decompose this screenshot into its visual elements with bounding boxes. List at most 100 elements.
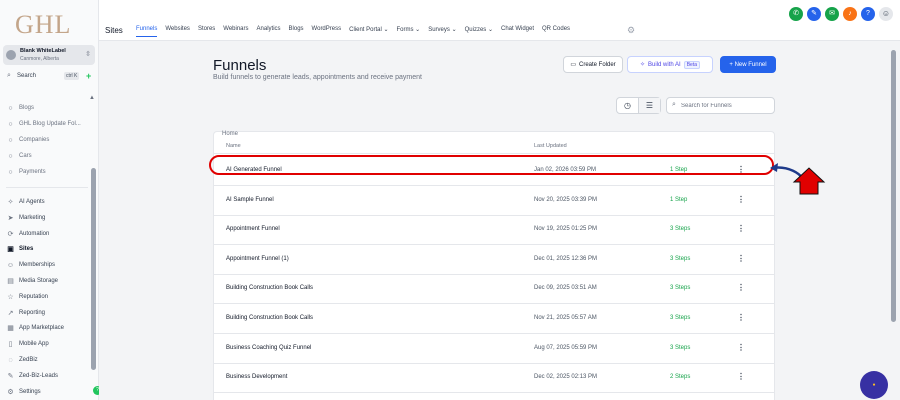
sidebar-item-reporting[interactable]: ↗ Reporting bbox=[6, 307, 88, 319]
announcement-icon[interactable]: ✉ bbox=[825, 7, 839, 21]
circle-icon: ○ bbox=[8, 168, 13, 176]
sidebar-item-reputation[interactable]: ☆ Reputation bbox=[6, 291, 88, 303]
app-logo: GHL bbox=[15, 10, 72, 39]
table-row[interactable]: Appointment Funnel (1) Dec 01, 2025 12:36… bbox=[214, 245, 774, 275]
more-vertical-icon[interactable]: ⋮ bbox=[737, 283, 745, 292]
funnel-name[interactable]: Building Construction Book Calls bbox=[226, 315, 313, 321]
sparkles-icon: ✧ bbox=[7, 199, 14, 206]
sidebar-item[interactable]: ○ Payments bbox=[6, 166, 88, 178]
phone-icon[interactable]: ✆ bbox=[789, 7, 803, 21]
scroll-up-icon[interactable]: ▲ bbox=[89, 95, 95, 101]
automation-icon: ⟳ bbox=[7, 230, 14, 238]
chevron-down-icon: ⌄ bbox=[381, 27, 389, 33]
sidebar-item-mobile-app[interactable]: ▯ Mobile App bbox=[6, 338, 88, 350]
sidebar-item[interactable]: ○ GHL Blog Update Fol... bbox=[6, 118, 88, 130]
more-vertical-icon[interactable]: ⋮ bbox=[737, 195, 745, 204]
account-switcher[interactable]: Blank WhiteLabel Canmore, Alberta ⇳ bbox=[3, 45, 95, 65]
sidebar-item-media-storage[interactable]: ▤ Media Storage bbox=[6, 275, 88, 287]
table-row[interactable]: Building Construction Book Calls Dec 09, … bbox=[214, 274, 774, 305]
sidebar-item-label: Memberships bbox=[19, 262, 56, 269]
sidebar-item-app-marketplace[interactable]: ▦ App Marketplace bbox=[6, 322, 88, 334]
more-vertical-icon[interactable]: ⋮ bbox=[737, 224, 745, 233]
sidebar-item-automation[interactable]: ⟳ Automation bbox=[6, 228, 88, 240]
sidebar-item-ai-agents[interactable]: ✧ AI Agents bbox=[6, 196, 88, 208]
tab-websites[interactable]: Websites bbox=[165, 26, 190, 37]
sidebar-item[interactable]: ○ Blogs bbox=[6, 102, 88, 114]
sidebar-item-sites[interactable]: ▣ Sites bbox=[6, 243, 88, 255]
notification-bell-icon[interactable]: ♪ bbox=[843, 7, 857, 21]
sidebar-search[interactable]: ⌕ Search ctrl K bbox=[3, 71, 81, 83]
more-vertical-icon[interactable]: ⋮ bbox=[737, 254, 745, 263]
sidebar-item-settings[interactable]: ⚙ Settings bbox=[6, 386, 88, 398]
tab-webinars[interactable]: Webinars bbox=[223, 26, 248, 37]
breadcrumb[interactable]: Home bbox=[222, 131, 238, 137]
funnel-name[interactable]: Appointment Funnel (1) bbox=[226, 256, 289, 262]
sidebar-item-label: Companies bbox=[19, 137, 50, 143]
account-avatar bbox=[6, 50, 16, 60]
tab-surveys[interactable]: Surveys ⌄ bbox=[428, 26, 456, 37]
sidebar-item-label: GHL Blog Update Fol... bbox=[19, 121, 81, 127]
recent-view-icon[interactable]: ◷ bbox=[617, 98, 638, 113]
chevron-down-icon: ⌄ bbox=[449, 27, 457, 33]
last-updated: Aug 07, 2025 05:59 PM bbox=[534, 344, 598, 351]
sidebar: GHL Blank WhiteLabel Canmore, Alberta ⇳ … bbox=[0, 0, 99, 400]
sidebar-item-zedbiz[interactable]: ◌ ZedBiz bbox=[6, 354, 88, 366]
table-row[interactable]: AI Sample Funnel Nov 20, 2025 03:39 PM 1 S… bbox=[214, 186, 774, 216]
tab-forms[interactable]: Forms ⌄ bbox=[397, 26, 421, 37]
sidebar-item-label: Automation bbox=[19, 230, 50, 237]
main-scrollbar[interactable] bbox=[891, 50, 896, 322]
sidebar-item[interactable]: ○ Companies bbox=[6, 134, 88, 146]
funnel-name[interactable]: Business Coaching Quiz Funnel bbox=[226, 345, 311, 351]
user-avatar[interactable]: ☺ bbox=[879, 7, 893, 21]
table-row[interactable]: Business Coaching Quiz Funnel Aug 07, 202… bbox=[214, 334, 774, 364]
last-updated: Dec 01, 2025 12:36 PM bbox=[534, 255, 598, 262]
table-row[interactable]: Building Construction Book Calls Nov 21, … bbox=[214, 304, 774, 334]
funnel-name[interactable]: Business Development bbox=[226, 374, 287, 380]
support-chat-button[interactable]: ● bbox=[860, 371, 888, 399]
tab-funnels[interactable]: Funnels bbox=[136, 26, 158, 37]
funnel-name[interactable]: AI Sample Funnel bbox=[226, 197, 274, 203]
help-circle-icon[interactable]: ? bbox=[861, 7, 875, 21]
tab-analytics[interactable]: Analytics bbox=[257, 26, 281, 37]
column-name: Name bbox=[226, 143, 241, 149]
sidebar-item[interactable]: ○ Cars bbox=[6, 150, 88, 162]
search-shortcut: ctrl K bbox=[64, 72, 80, 80]
tab-label: WordPress bbox=[311, 26, 342, 32]
table-row[interactable]: Appointment Funnel Nov 19, 2025 01:25 PM 3… bbox=[214, 215, 774, 246]
tab-label: Websites bbox=[165, 26, 190, 32]
funnel-name[interactable]: Appointment Funnel bbox=[226, 226, 280, 232]
tab-chat-widget[interactable]: Chat Widget bbox=[501, 26, 534, 37]
tab-label: Analytics bbox=[256, 26, 281, 32]
sidebar-divider bbox=[6, 187, 88, 188]
quick-add-icon[interactable]: + bbox=[86, 71, 91, 81]
tab-quizzes[interactable]: Quizzes ⌄ bbox=[465, 26, 493, 37]
tab-wordpress[interactable]: WordPress bbox=[312, 26, 342, 37]
tab-client-portal[interactable]: Client Portal ⌄ bbox=[349, 26, 388, 37]
new-funnel-button[interactable]: + New Funnel bbox=[720, 56, 776, 73]
funnel-search-field[interactable]: ⌕ bbox=[666, 97, 775, 114]
top-nav: Funnels Websites Stores Webinars Analytics Bl… bbox=[136, 26, 570, 37]
list-view-icon[interactable]: ☰ bbox=[638, 98, 660, 113]
sidebar-scrollbar[interactable] bbox=[91, 168, 96, 370]
gear-icon[interactable]: ⚙ bbox=[627, 25, 635, 36]
tab-blogs[interactable]: Blogs bbox=[289, 26, 304, 37]
more-vertical-icon[interactable]: ⋮ bbox=[737, 372, 745, 381]
more-vertical-icon[interactable]: ⋮ bbox=[737, 343, 745, 352]
tab-qr-codes[interactable]: QR Codes bbox=[542, 26, 570, 37]
last-updated: Dec 02, 2025 02:13 PM bbox=[534, 374, 598, 381]
memberships-icon: ☺ bbox=[6, 261, 15, 269]
mobile-icon: ▯ bbox=[8, 341, 13, 349]
circle-icon: ○ bbox=[8, 120, 13, 128]
sidebar-item-memberships[interactable]: ☺ Memberships bbox=[6, 259, 88, 271]
sites-icon: ▣ bbox=[7, 246, 14, 254]
table-row[interactable]: Business Development Dec 02, 2025 02:13 P… bbox=[214, 363, 774, 394]
tab-stores[interactable]: Stores bbox=[198, 26, 215, 37]
megaphone-icon[interactable]: ✎ bbox=[807, 7, 821, 21]
more-vertical-icon[interactable]: ⋮ bbox=[737, 313, 745, 322]
funnel-search-input[interactable] bbox=[681, 100, 771, 112]
funnel-name[interactable]: Building Construction Book Calls bbox=[226, 285, 313, 291]
sidebar-item-zed-biz-leads[interactable]: ✎ Zed-Biz-Leads bbox=[6, 370, 88, 382]
build-with-ai-button[interactable]: ✧ Build with AI Beta bbox=[627, 56, 713, 73]
create-folder-button[interactable]: ▭ Create Folder bbox=[563, 56, 623, 73]
sidebar-item-marketing[interactable]: ➤ Marketing bbox=[6, 212, 88, 224]
